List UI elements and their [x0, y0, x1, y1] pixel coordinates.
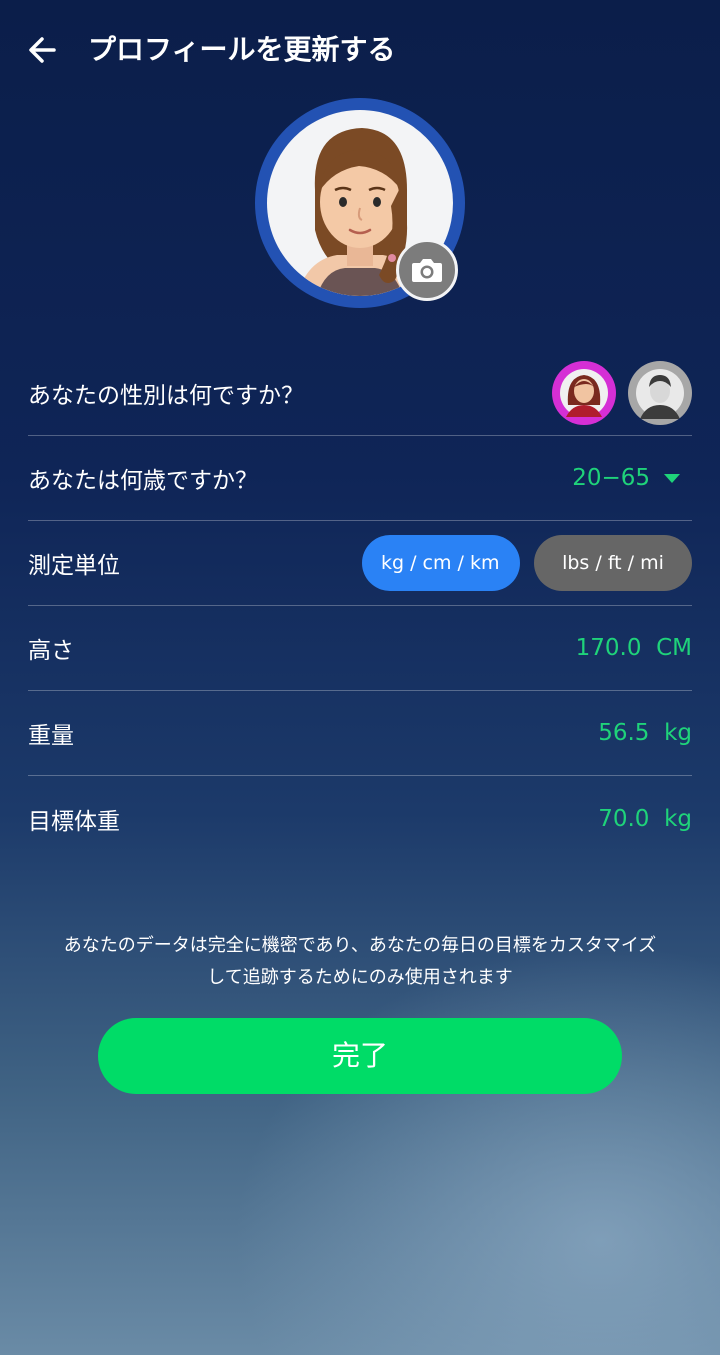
- privacy-notice-line2: して追跡するためにのみ使用されます: [207, 967, 513, 988]
- page-title: プロフィールを更新する: [88, 33, 396, 66]
- height-label: 高さ: [28, 638, 74, 664]
- gender-label: あなたの性別は何ですか？: [28, 383, 304, 409]
- weight-label: 重量: [28, 723, 74, 749]
- imperial-units-label: lbs / ft / mi: [562, 552, 664, 574]
- age-label: あなたは何歳ですか？: [28, 468, 258, 494]
- change-photo-button[interactable]: [396, 239, 458, 301]
- weight-value[interactable]: 56.5 kg: [598, 720, 692, 746]
- metric-units-button[interactable]: kg / cm / km: [362, 535, 520, 591]
- height-row: 高さ 170.0 CM: [28, 606, 692, 691]
- app-header: プロフィールを更新する: [0, 0, 720, 100]
- female-avatar-icon[interactable]: [552, 361, 616, 425]
- metric-units-label: kg / cm / km: [381, 552, 500, 574]
- target-weight-label: 目標体重: [28, 808, 120, 835]
- imperial-units-button[interactable]: lbs / ft / mi: [534, 535, 692, 591]
- age-row: あなたは何歳ですか？ 20−65: [28, 436, 692, 521]
- weight-row: 重量 56.5 kg: [28, 691, 692, 776]
- units-label: 測定単位: [28, 553, 120, 579]
- privacy-notice: あなたのデータは完全に機密であり、あなたの毎日の目標をカスタマイズ して追跡する…: [20, 930, 700, 994]
- gender-row: あなたの性別は何ですか？: [28, 351, 692, 436]
- target-weight-row: 目標体重 70.0 kg: [28, 776, 692, 861]
- male-avatar-icon[interactable]: [628, 361, 692, 425]
- height-value[interactable]: 170.0 CM: [576, 635, 692, 661]
- done-button[interactable]: 完了: [98, 1018, 622, 1094]
- dropdown-caret-icon: [664, 474, 680, 483]
- target-weight-value[interactable]: 70.0 kg: [598, 806, 692, 832]
- camera-icon: [412, 259, 442, 282]
- profile-avatar[interactable]: [255, 98, 465, 308]
- age-select[interactable]: 20−65: [572, 463, 680, 493]
- privacy-notice-line1: あなたのデータは完全に機密であり、あなたの毎日の目標をカスタマイズ: [63, 935, 657, 956]
- arrow-left-icon[interactable]: [24, 30, 64, 70]
- units-row: 測定単位 kg / cm / km lbs / ft / mi: [28, 521, 692, 606]
